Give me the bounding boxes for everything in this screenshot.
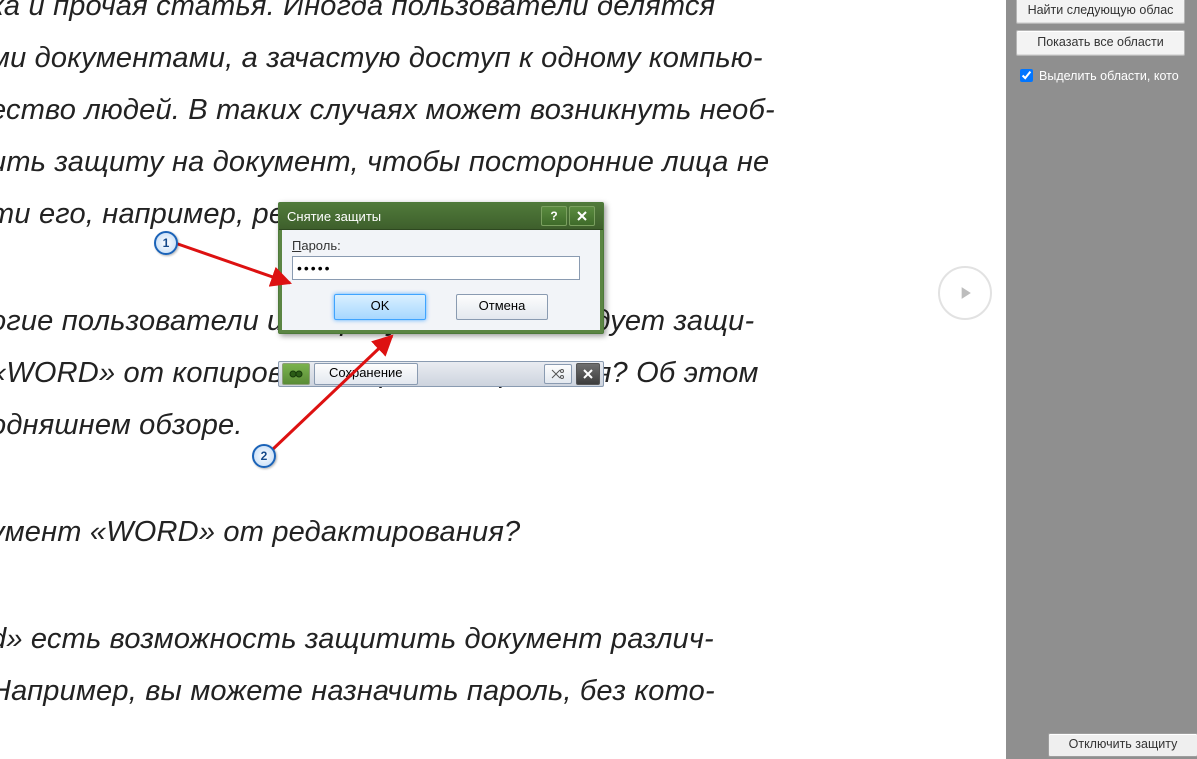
disable-protection-button[interactable]: Отключить защиту [1048, 733, 1197, 757]
doc-line: ество людей. В таких случаях может возни… [0, 94, 775, 126]
password-input[interactable] [292, 256, 580, 280]
doc-line: умент «WORD» от редактирования? [0, 516, 520, 548]
dialog-titlebar[interactable]: Снятие защиты ? [279, 203, 603, 230]
recorder-toolbar: Сохранение [278, 361, 604, 387]
scissors-icon [551, 369, 565, 379]
find-next-region-button[interactable]: Найти следующую облас [1016, 0, 1185, 24]
close-icon [576, 210, 588, 222]
next-image-button[interactable] [938, 266, 992, 320]
recorder-save-button[interactable]: Сохранение [314, 363, 418, 385]
remove-protection-dialog: Снятие защиты ? Пароль: OK Отмена [278, 202, 604, 334]
protection-side-panel: Найти следующую облас Показать все облас… [1006, 0, 1197, 759]
highlight-regions-label: Выделить области, кото [1039, 69, 1179, 83]
doc-line: ми документами, а зачастую доступ к одно… [0, 42, 763, 74]
doc-line: ить защиту на документ, чтобы посторонни… [0, 146, 769, 178]
highlight-regions-checkbox[interactable] [1020, 69, 1033, 82]
ok-button[interactable]: OK [334, 294, 426, 320]
play-icon [955, 283, 975, 303]
doc-line: одняшнем обзоре. [0, 409, 243, 441]
doc-line: ка и прочая статья. Иногда пользователи … [0, 0, 715, 22]
cancel-button[interactable]: Отмена [456, 294, 548, 320]
dialog-title-text: Снятие защиты [287, 209, 539, 224]
recorder-status-icon[interactable] [282, 363, 310, 385]
annotation-marker-1: 1 [154, 231, 178, 255]
password-label: Пароль: [292, 238, 590, 253]
highlight-regions-checkbox-row[interactable]: Выделить области, кото [1016, 66, 1197, 85]
dialog-body: Пароль: OK Отмена [279, 230, 603, 333]
close-icon [583, 369, 593, 379]
annotation-marker-2: 2 [252, 444, 276, 468]
doc-line: d» есть возможность защитить документ ра… [0, 623, 714, 655]
dialog-close-button[interactable] [569, 206, 595, 226]
recorder-close-button[interactable] [576, 363, 600, 385]
doc-line: Например, вы можете назначить пароль, бе… [0, 675, 715, 707]
tape-icon [289, 369, 303, 379]
dialog-help-button[interactable]: ? [541, 206, 567, 226]
recorder-tool-button[interactable] [544, 364, 572, 384]
show-all-regions-button[interactable]: Показать все области [1016, 30, 1185, 56]
